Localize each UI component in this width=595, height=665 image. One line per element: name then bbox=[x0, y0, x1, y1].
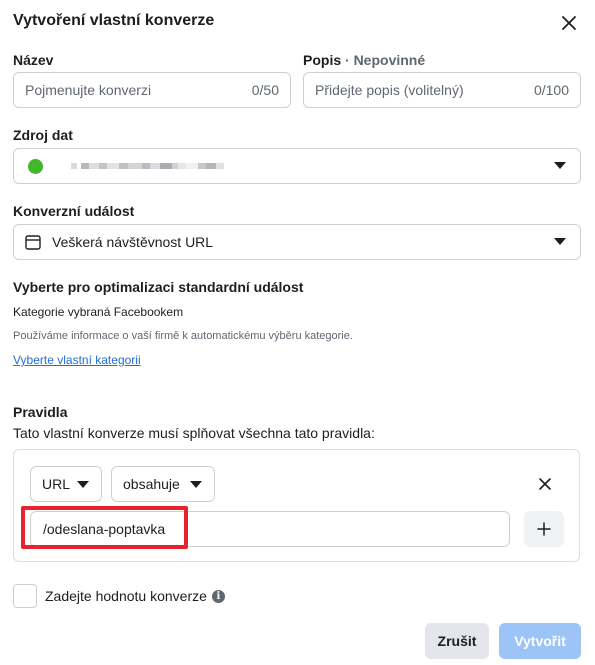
status-dot bbox=[28, 158, 43, 174]
rules-label: Pravidla bbox=[13, 404, 68, 420]
name-placeholder: Pojmenujte konverzi bbox=[25, 82, 152, 98]
description-placeholder: Přidejte popis (volitelný) bbox=[315, 82, 464, 98]
plus-icon bbox=[537, 522, 551, 536]
description-counter: 0/100 bbox=[533, 82, 569, 98]
close-button[interactable] bbox=[558, 12, 580, 34]
rule-field-value: URL bbox=[42, 476, 71, 492]
conversion-value-checkbox[interactable] bbox=[13, 584, 37, 608]
data-source-select[interactable] bbox=[13, 148, 581, 184]
chevron-down-icon bbox=[190, 481, 202, 488]
chevron-down-icon bbox=[77, 481, 89, 488]
rules-description: Tato vlastní konverze musí splňovat všec… bbox=[13, 425, 375, 441]
data-source-label: Zdroj dat bbox=[13, 127, 73, 143]
rule-operator-dropdown[interactable]: obsahuje bbox=[111, 466, 215, 502]
create-button[interactable]: Vytvořit bbox=[499, 623, 581, 659]
highlight-annotation bbox=[21, 506, 188, 549]
conversion-event-select[interactable]: Veškerá návštěvnost URL bbox=[13, 224, 581, 260]
calendar-icon bbox=[25, 235, 41, 250]
description-input[interactable]: Přidejte popis (volitelný) 0/100 bbox=[303, 72, 581, 108]
rule-operator-value: obsahuje bbox=[123, 476, 180, 492]
name-counter: 0/50 bbox=[251, 82, 279, 98]
conversion-value-label-row: Zadejte hodnotu konverze i bbox=[45, 588, 225, 604]
chevron-down-icon bbox=[554, 238, 566, 245]
category-text: Kategorie vybraná Facebookem bbox=[13, 305, 184, 319]
cancel-button[interactable]: Zrušit bbox=[425, 623, 489, 659]
optimization-label: Vyberte pro optimalizaci standardní udál… bbox=[13, 279, 304, 295]
redacted-source-name bbox=[71, 163, 224, 169]
description-label: Popis · Nepovinné bbox=[303, 52, 425, 68]
conversion-event-value: Veškerá návštěvnost URL bbox=[52, 234, 214, 250]
name-label: Název bbox=[13, 52, 54, 68]
add-rule-value-button[interactable] bbox=[524, 511, 564, 547]
name-input[interactable]: Pojmenujte konverzi 0/50 bbox=[13, 72, 291, 108]
close-icon bbox=[539, 478, 551, 490]
rule-field-dropdown[interactable]: URL bbox=[30, 466, 102, 502]
conversion-value-label: Zadejte hodnotu konverze bbox=[45, 588, 207, 604]
optional-tag: · Nepovinné bbox=[345, 52, 426, 68]
chevron-down-icon bbox=[554, 162, 566, 169]
category-info: Používáme informace o vaší firmě k autom… bbox=[13, 330, 353, 342]
conversion-event-label: Konverzní událost bbox=[13, 203, 135, 219]
description-label-text: Popis bbox=[303, 52, 342, 68]
info-icon[interactable]: i bbox=[211, 589, 225, 603]
dialog-title: Vytvoření vlastní konverze bbox=[13, 12, 215, 29]
custom-category-link[interactable]: Vyberte vlastní kategorii bbox=[13, 353, 141, 367]
close-icon bbox=[562, 16, 576, 30]
remove-rule-button[interactable] bbox=[535, 474, 555, 494]
